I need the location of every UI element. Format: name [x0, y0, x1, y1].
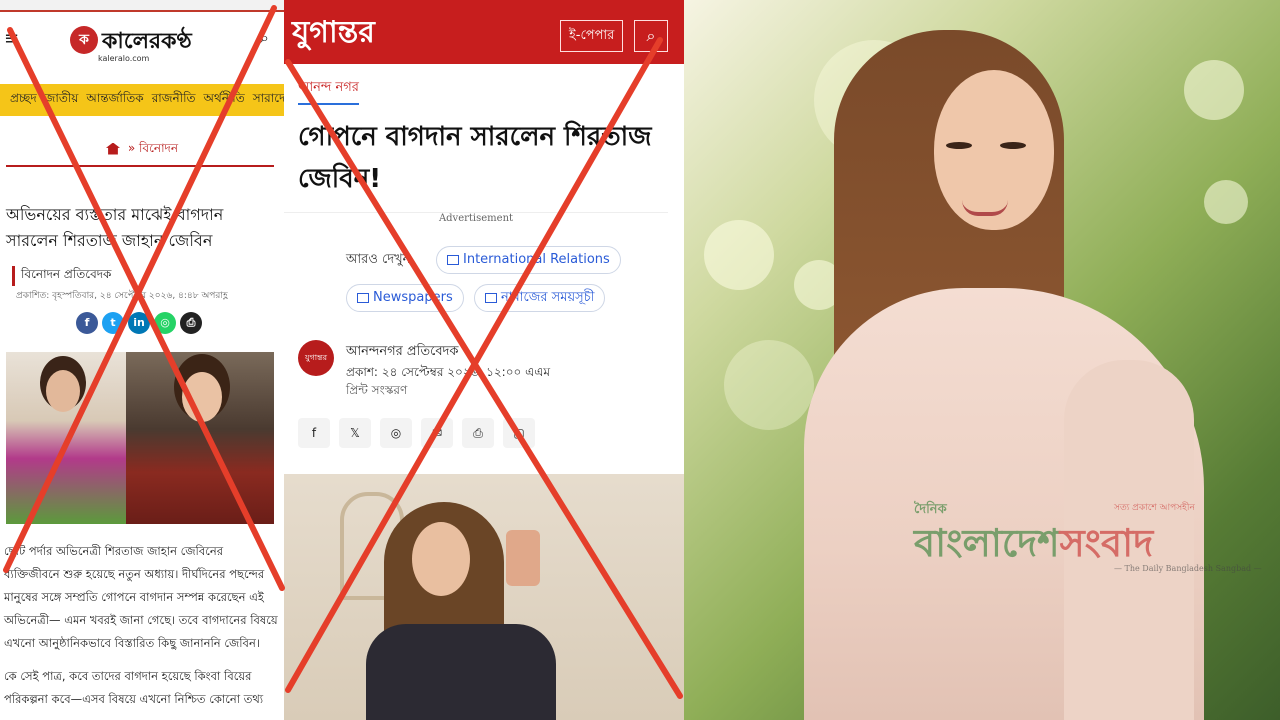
divider	[6, 165, 274, 167]
copy-icon[interactable]: ▢	[503, 418, 535, 448]
share-bar: f t in ◎ ⎙	[76, 312, 202, 334]
share-bar: f 𝕏 ◎ ✉ ⎙ ▢	[298, 418, 535, 448]
facebook-icon[interactable]: f	[298, 418, 330, 448]
article-headline: গোপনে বাগদান সারলেন শিরতাজ জেবিন!	[298, 122, 652, 194]
whatsapp-icon[interactable]: ◎	[380, 418, 412, 448]
twitter-icon[interactable]: t	[102, 312, 124, 334]
facebook-icon[interactable]: f	[76, 312, 98, 334]
print-icon[interactable]: ⎙	[180, 312, 202, 334]
portrait-photo: দৈনিক সত্য প্রকাশে আপসহীন বাংলাদেশসংবাদ …	[684, 0, 1280, 720]
article-image	[284, 474, 684, 720]
author-avatar: যুগান্তর	[298, 340, 334, 376]
site-logo[interactable]: ক কালেরকণ্ঠ kaleralo.com	[68, 24, 218, 72]
article-headline: অভিনয়ের ব্যস্ততার মাঝেই বাগদান সারলেন শ…	[6, 205, 224, 250]
category-nav: প্রচ্ছদ জাতীয় আন্তর্জাতিক রাজনীতি অর্থন…	[0, 84, 284, 116]
watermark: দৈনিক সত্য প্রকাশে আপসহীন বাংলাদেশসংবাদ …	[914, 502, 1262, 573]
breadcrumb: » বিনোদন	[0, 140, 284, 160]
logo-subtext: kaleralo.com	[98, 54, 150, 63]
nav-item[interactable]: আন্তর্জাতিক	[86, 90, 143, 110]
top-bar	[0, 0, 284, 12]
messenger-icon[interactable]: ✉	[421, 418, 453, 448]
breadcrumb-section[interactable]: বিনোদন	[139, 141, 178, 155]
nav-item[interactable]: অর্থনীতি	[204, 90, 245, 110]
ad-label: Advertisement	[284, 212, 668, 224]
article-body: ছোট পর্দার অভিনেত্রী শিরতাজ জাহান জেবিনে…	[4, 540, 280, 720]
photo-saree	[6, 352, 126, 524]
newspaper-icon	[485, 292, 497, 303]
nav-item[interactable]: সারাদেশ	[253, 90, 284, 110]
nav-item[interactable]: রাজনীতি	[152, 90, 196, 110]
related-chip[interactable]: Newspapers	[346, 284, 464, 312]
publish-date: প্রকাশিত: বৃহস্পতিবার, ২৪ সেপ্টেম্বর ২০২…	[16, 291, 228, 301]
print-icon[interactable]: ⎙	[462, 418, 494, 448]
section-label[interactable]: আনন্দ নগর	[298, 78, 359, 105]
author-name: বিনোদন প্রতিবেদক	[12, 266, 111, 286]
nav-item[interactable]: প্রচ্ছদ	[10, 90, 37, 110]
newspaper-icon	[447, 254, 459, 265]
related-chip[interactable]: International Relations	[436, 246, 621, 274]
see-more-label: আরও দেখুন	[346, 252, 411, 267]
epaper-button[interactable]: ই-পেপার	[560, 20, 624, 52]
home-icon[interactable]	[105, 142, 120, 155]
left-article-screenshot: ≡ ক কালেরকণ্ঠ kaleralo.com ⌕ প্রচ্ছদ জাত…	[0, 0, 285, 720]
nav-item[interactable]: জাতীয়	[45, 90, 79, 110]
site-header: যুগান্তর ই-পেপার ⌕	[284, 0, 684, 64]
phone-icon	[506, 530, 540, 586]
body-paragraph: কে সেই পাত্র, কবে তাদের বাগদান হয়েছে কি…	[4, 669, 264, 706]
middle-article-screenshot: যুগান্তর ই-পেপার ⌕ আনন্দ নগর গোপনে বাগদা…	[284, 0, 684, 720]
linkedin-icon[interactable]: in	[128, 312, 150, 334]
whatsapp-icon[interactable]: ◎	[154, 312, 176, 334]
publish-date: প্রকাশ: ২৪ সেপ্টেম্বর ২০২৬, ১২:০০ এএম	[346, 365, 551, 379]
search-icon[interactable]: ⌕	[634, 20, 668, 52]
menu-icon[interactable]: ≡	[4, 28, 19, 49]
author-name[interactable]: আনন্দনগর প্রতিবেদক	[346, 342, 458, 363]
body-paragraph: ছোট পর্দার অভিনেত্রী শিরতাজ জাহান জেবিনে…	[4, 544, 278, 650]
site-logo[interactable]: যুগান্তর	[292, 8, 375, 59]
search-icon[interactable]: ⌕	[260, 28, 269, 48]
newspaper-icon	[357, 292, 369, 303]
print-edition-label: প্রিন্ট সংস্করণ	[346, 383, 408, 397]
related-chip[interactable]: নামাজের সময়সূচী	[474, 284, 606, 312]
site-header: ≡ ক কালেরকণ্ঠ kaleralo.com ⌕	[0, 14, 284, 78]
photo-portrait	[126, 352, 274, 524]
article-image	[6, 352, 274, 524]
logo-mark-icon: ক	[70, 26, 98, 54]
x-icon[interactable]: 𝕏	[339, 418, 371, 448]
